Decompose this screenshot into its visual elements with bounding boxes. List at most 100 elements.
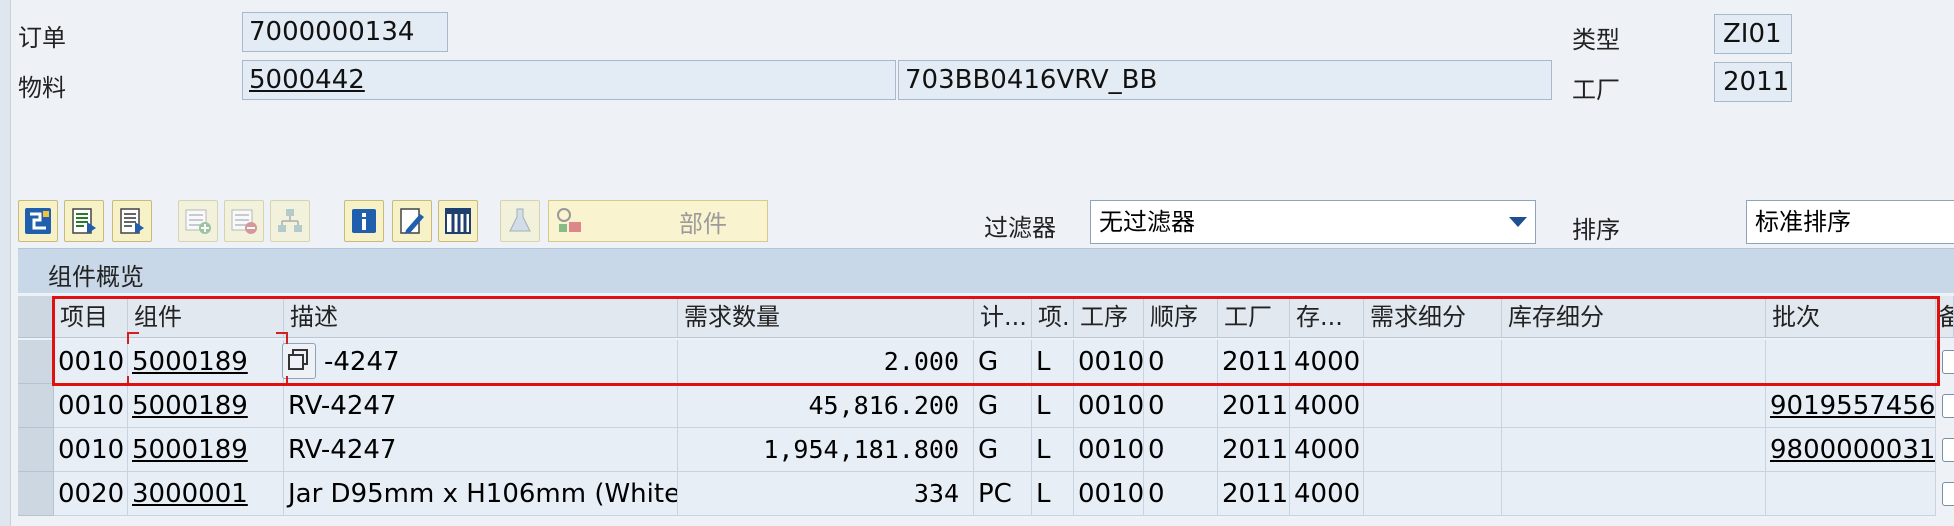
deselect-icon — [120, 208, 144, 234]
column-header-batch[interactable]: 批次 — [1766, 296, 1936, 338]
cell-requirement-segment — [1364, 472, 1502, 516]
cell-description[interactable]: RV-4247 — [284, 428, 678, 472]
cell-quantity: 45,816.200 — [678, 384, 974, 428]
filter-value: 无过滤器 — [1099, 208, 1195, 236]
structure-button[interactable] — [270, 200, 310, 242]
cell-unit: PC — [974, 472, 1032, 516]
cell-description[interactable]: Jar D95mm x H106mm (White) — [284, 472, 678, 516]
row-selector[interactable] — [18, 340, 54, 384]
cell-item: 0020 — [54, 472, 128, 516]
plant-field[interactable]: 2011 — [1714, 62, 1792, 102]
cell-stock-segment — [1502, 428, 1766, 472]
cell-item: 0010 — [54, 384, 128, 428]
cell-requirement-segment — [1364, 340, 1502, 384]
info-button[interactable] — [344, 200, 384, 242]
flask-icon — [509, 208, 531, 232]
type-label: 类型 — [1572, 26, 1620, 54]
sort-label: 排序 — [1572, 216, 1620, 244]
cell-storage: 4000 — [1290, 428, 1364, 472]
column-header-item[interactable]: 项目 — [54, 296, 128, 338]
dropdown-arrow-icon[interactable] — [1509, 217, 1527, 227]
row-checkbox[interactable] — [1942, 350, 1954, 374]
edit-button[interactable] — [392, 200, 432, 242]
cell-storage: 4000 — [1290, 384, 1364, 428]
cell-item-category: L — [1032, 340, 1074, 384]
material-description-field: 703BB0416VRV_BB — [898, 60, 1552, 100]
cell-operation: 0010 — [1074, 384, 1144, 428]
delete-row-button[interactable] — [224, 200, 264, 242]
cell-batch[interactable] — [1766, 340, 1936, 384]
column-header-stock-segment[interactable]: 库存细分 — [1502, 296, 1766, 338]
row-checkbox[interactable] — [1942, 482, 1954, 506]
cell-description[interactable]: RV-4247 — [284, 384, 678, 428]
insert-row-icon — [185, 209, 211, 234]
copy-icon[interactable] — [282, 343, 316, 379]
component-overview-panel: 组件概览 — [18, 248, 1954, 293]
cell-batch[interactable]: 9019557456 — [1766, 384, 1936, 428]
order-field[interactable]: 7000000134 — [242, 12, 448, 52]
type-field[interactable]: ZI01 — [1714, 14, 1792, 54]
component-button[interactable]: 部件 — [548, 200, 768, 242]
cell-description[interactable]: -4247 — [284, 340, 678, 384]
left-frame-edge — [0, 0, 11, 526]
select-all-button[interactable] — [64, 200, 104, 242]
cell-operation: 0010 — [1074, 340, 1144, 384]
cell-requirement-segment — [1364, 428, 1502, 472]
column-header-description[interactable]: 描述 — [284, 296, 678, 338]
component-button-label: 部件 — [679, 209, 727, 238]
sort-dropdown[interactable]: 标准排序 — [1746, 200, 1954, 244]
edit-icon — [400, 208, 424, 234]
cell-operation: 0010 — [1074, 428, 1144, 472]
column-header-storage[interactable]: 存... — [1290, 296, 1364, 338]
column-header-component[interactable]: 组件 — [128, 296, 284, 338]
checklist-icon — [557, 208, 581, 232]
columns-button[interactable] — [438, 200, 478, 242]
column-header-remark[interactable]: 备 — [1936, 296, 1954, 338]
row-selector[interactable] — [18, 384, 54, 428]
info-icon — [352, 209, 376, 233]
columns-icon — [445, 208, 471, 234]
cell-storage: 4000 — [1290, 340, 1364, 384]
cell-batch[interactable]: 9800000031 — [1766, 428, 1936, 472]
column-header-item-category[interactable]: 项. — [1032, 296, 1074, 338]
column-header-operation[interactable]: 工序 — [1074, 296, 1144, 338]
column-header-unit[interactable]: 计... — [974, 296, 1032, 338]
hierarchy-button[interactable] — [18, 200, 58, 242]
row-checkbox[interactable] — [1942, 438, 1954, 462]
cell-storage: 4000 — [1290, 472, 1364, 516]
cell-item-category: L — [1032, 384, 1074, 428]
cell-quantity: 1,954,181.800 — [678, 428, 974, 472]
column-header-requirement-segment[interactable]: 需求细分 — [1364, 296, 1502, 338]
row-checkbox[interactable] — [1942, 394, 1954, 418]
cell-component-link[interactable]: 5000189 — [128, 384, 284, 428]
cell-sequence: 0 — [1144, 340, 1218, 384]
select-all-icon — [72, 208, 96, 234]
cell-plant: 2011 — [1218, 384, 1290, 428]
filter-label: 过滤器 — [984, 214, 1056, 242]
deselect-button[interactable] — [112, 200, 152, 242]
cell-plant: 2011 — [1218, 340, 1290, 384]
select-all-rows-cell[interactable] — [18, 296, 54, 338]
cell-unit: G — [974, 340, 1032, 384]
cell-component-link[interactable]: 5000189 — [128, 428, 284, 472]
material-field[interactable]: 5000442 — [242, 60, 896, 100]
column-header-quantity[interactable]: 需求数量 — [678, 296, 974, 338]
material-label: 物料 — [18, 74, 66, 102]
row-selector[interactable] — [18, 472, 54, 516]
order-label: 订单 — [18, 24, 66, 52]
cell-item-category: L — [1032, 472, 1074, 516]
row-selector[interactable] — [18, 428, 54, 472]
column-header-sequence[interactable]: 顺序 — [1144, 296, 1218, 338]
cell-unit: G — [974, 428, 1032, 472]
flask-button[interactable] — [500, 200, 540, 242]
cell-batch[interactable] — [1766, 472, 1936, 516]
insert-row-button[interactable] — [178, 200, 218, 242]
cell-operation: 0010 — [1074, 472, 1144, 516]
cell-component-link[interactable]: 3000001 — [128, 472, 284, 516]
filter-dropdown[interactable]: 无过滤器 — [1090, 200, 1536, 244]
hierarchy-icon — [25, 208, 51, 234]
column-header-plant[interactable]: 工厂 — [1218, 296, 1290, 338]
focus-corner — [127, 332, 139, 344]
cell-component-link[interactable]: 5000189 — [128, 340, 284, 384]
cell-item: 0010 — [54, 428, 128, 472]
